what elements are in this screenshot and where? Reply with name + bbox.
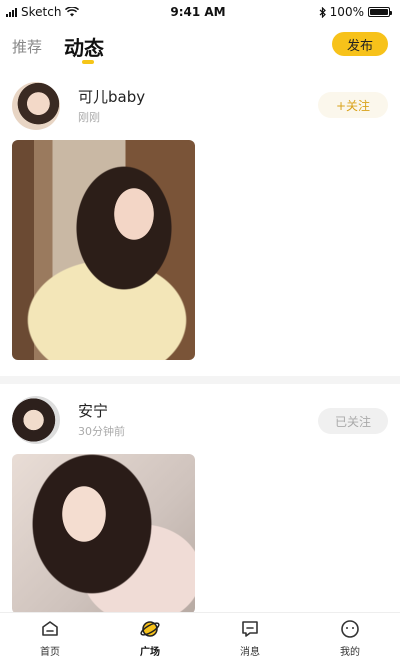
nav-label: 首页 — [40, 646, 60, 658]
signal-icon — [6, 7, 17, 17]
nav-label: 广场 — [140, 646, 160, 658]
publish-button[interactable]: 发布 — [332, 32, 388, 56]
post-photo[interactable] — [12, 454, 195, 614]
post-username[interactable]: 安宁 — [78, 400, 108, 421]
nav-item-profile[interactable]: 我的 — [300, 613, 400, 662]
profile-icon — [339, 618, 361, 640]
battery-icon — [367, 7, 392, 17]
status-left: Sketch — [6, 5, 146, 19]
post-username[interactable]: 可儿baby — [78, 86, 145, 107]
bluetooth-icon — [319, 6, 326, 18]
post-timestamp: 30分钟前 — [78, 425, 125, 438]
tab-recommend[interactable]: 推荐 — [12, 36, 42, 57]
nav-item-messages[interactable]: 消息 — [200, 613, 300, 662]
top-bar: 推荐 动态 发布 — [0, 26, 400, 70]
following-button[interactable]: 已关注 — [318, 408, 388, 434]
follow-button[interactable]: +关注 — [318, 92, 388, 118]
status-right: 100% — [250, 5, 392, 19]
post-photo[interactable] — [12, 140, 195, 360]
tab-feed[interactable]: 动态 — [64, 32, 104, 61]
active-tab-indicator — [82, 60, 94, 64]
post-divider — [0, 376, 400, 384]
nav-label: 消息 — [240, 646, 260, 658]
post-timestamp: 刚刚 — [78, 111, 100, 124]
avatar[interactable] — [12, 82, 60, 130]
status-time: 9:41 AM — [170, 5, 226, 19]
avatar[interactable] — [12, 396, 60, 444]
message-icon — [239, 618, 261, 640]
nav-item-home[interactable]: 首页 — [0, 613, 100, 662]
nav-item-square[interactable]: 广场 — [100, 613, 200, 662]
carrier-label: Sketch — [21, 5, 62, 19]
bottom-nav: 首页 广场 消息 我的 — [0, 612, 400, 662]
planet-icon — [139, 618, 161, 640]
wifi-icon — [65, 7, 80, 17]
status-bar: Sketch 9:41 AM 100% — [0, 0, 400, 24]
battery-percent: 100% — [329, 5, 364, 19]
nav-label: 我的 — [340, 646, 360, 658]
home-icon — [39, 618, 61, 640]
